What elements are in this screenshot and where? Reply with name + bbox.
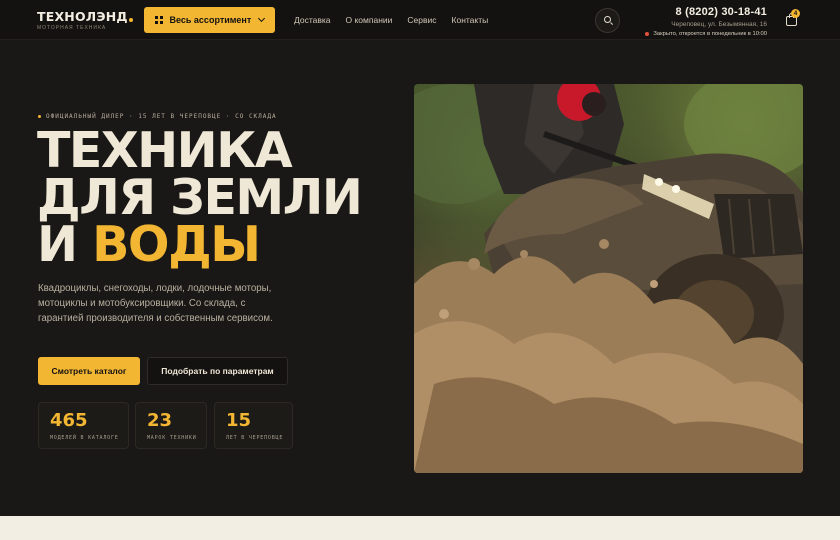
contact-block: 8 (8202) 30-18-41 Череповец, ул. Безымян… <box>645 6 767 37</box>
atv-illustration <box>414 84 803 473</box>
opening-hours: Закрыто, откроется в понедельник в 10:00 <box>645 31 767 37</box>
logo[interactable]: ТЕХНОЛЭНД Моторная техника <box>37 10 133 31</box>
main-nav: Доставка О компании Сервис Контакты <box>294 15 488 25</box>
stat-card-brands: 23 марок техники <box>135 402 207 449</box>
stat-card-years: 15 лет в Череповце <box>214 402 293 449</box>
eyebrow-dot <box>38 115 41 118</box>
logo-name: ТЕХНОЛЭНД <box>37 9 128 24</box>
headline-line-2: ДЛЯ ЗЕМЛИ <box>37 169 363 226</box>
stat-value: 465 <box>50 410 88 431</box>
search-button[interactable] <box>595 8 620 33</box>
headline-line-3-prefix: И <box>37 216 93 273</box>
stat-card-models: 465 моделей в каталоге <box>38 402 129 449</box>
chevron-down-icon <box>257 14 266 23</box>
stat-label: моделей в каталоге <box>50 435 119 441</box>
status-dot <box>645 32 650 36</box>
hero-headline: ТЕХНИКА ДЛЯ ЗЕМЛИ И ВОДЫ <box>37 122 363 269</box>
nav-item-service[interactable]: Сервис <box>407 15 436 25</box>
stat-label: лет в Череповце <box>226 435 284 441</box>
atv-in-mud-photo <box>414 84 803 473</box>
site-header: ТЕХНОЛЭНД Моторная техника Весь ассортим… <box>0 0 840 40</box>
hero-lead: Квадроциклы, снегоходы, лодки, лодочные … <box>38 283 273 324</box>
hero-eyebrow: Официальный дилер · 15 лет в Череповце ·… <box>38 113 277 120</box>
stat-label: марок техники <box>147 435 197 441</box>
catalog-button-label: Весь ассортимент <box>169 15 252 25</box>
view-catalog-button[interactable]: Смотреть каталог <box>38 357 140 385</box>
next-section-strip <box>0 516 840 540</box>
headline-line-1: ТЕХНИКА <box>37 122 293 179</box>
logo-dot <box>128 18 133 22</box>
nav-item-about[interactable]: О компании <box>346 15 393 25</box>
logo-tagline: Моторная техника <box>37 25 107 31</box>
stat-value: 15 <box>226 410 252 431</box>
grid-icon <box>155 16 163 24</box>
address: Череповец, ул. Безымянная, 16 <box>671 21 767 28</box>
cart-count-badge: 4 <box>791 9 800 18</box>
headline-line-3: И ВОДЫ <box>37 220 361 269</box>
filter-by-params-button[interactable]: Подобрать по параметрам <box>147 357 288 385</box>
hours-text: Закрыто, откроется в понедельник в 10:00 <box>653 31 767 37</box>
catalog-button[interactable]: Весь ассортимент <box>144 7 275 33</box>
phone-number[interactable]: 8 (8202) 30-18-41 <box>645 6 767 18</box>
nav-item-delivery[interactable]: Доставка <box>294 15 331 25</box>
eyebrow-text: Официальный дилер · 15 лет в Череповце ·… <box>46 113 277 120</box>
stat-value: 23 <box>147 410 173 431</box>
nav-item-contacts[interactable]: Контакты <box>452 15 489 25</box>
headline-accent: ВОДЫ <box>92 216 261 273</box>
